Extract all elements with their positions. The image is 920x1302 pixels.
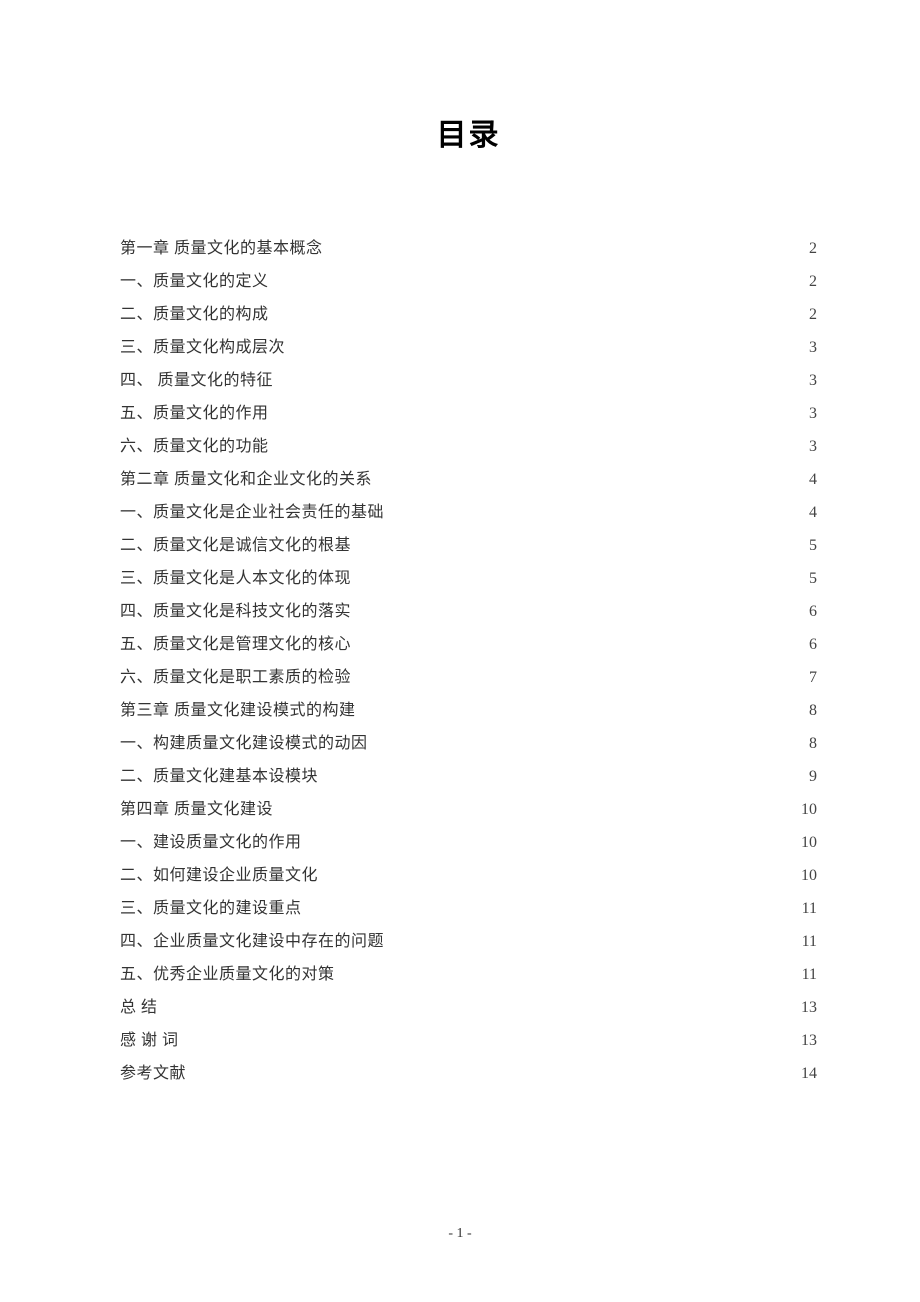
toc-entry-page: 6 (797, 595, 817, 628)
toc-entry-title: 第四章 质量文化建设 (120, 793, 273, 826)
toc-entry-title: 一、质量文化是企业社会责任的基础 (120, 496, 384, 529)
toc-entry-page: 11 (797, 892, 817, 925)
toc-entry-page: 9 (797, 760, 817, 793)
toc-entry: 参考文献 14 (120, 1057, 817, 1090)
toc-entry-page: 2 (797, 232, 817, 265)
toc-entry: 一、质量文化是企业社会责任的基础 4 (120, 496, 817, 529)
toc-entry: 二、质量文化建基本设模块 9 (120, 760, 817, 793)
toc-entry: 第四章 质量文化建设 10 (120, 793, 817, 826)
toc-entry-page: 10 (797, 793, 817, 826)
toc-entry-title: 一、建设质量文化的作用 (120, 826, 302, 859)
page-title: 目录 (120, 110, 817, 154)
toc-entry: 三、质量文化的建设重点 11 (120, 892, 817, 925)
toc-entry: 三、质量文化是人本文化的体现 5 (120, 562, 817, 595)
toc-entry: 二、质量文化是诚信文化的根基 5 (120, 529, 817, 562)
toc-entry-page: 3 (797, 397, 817, 430)
toc-entry-page: 2 (797, 298, 817, 331)
toc-entry-title: 第一章 质量文化的基本概念 (120, 232, 323, 265)
toc-entry-page: 7 (797, 661, 817, 694)
toc-entry-title: 三、质量文化的建设重点 (120, 892, 302, 925)
toc-entry-title: 一、质量文化的定义 (120, 265, 269, 298)
toc-entry-title: 参考文献 (120, 1057, 186, 1090)
toc-entry: 四、企业质量文化建设中存在的问题 11 (120, 925, 817, 958)
toc-entry-title: 一、构建质量文化建设模式的动因 (120, 727, 368, 760)
toc-entry-title: 五、质量文化的作用 (120, 397, 269, 430)
toc-entry: 总 结 13 (120, 991, 817, 1024)
toc-entry-page: 13 (797, 1024, 817, 1057)
toc-entry: 一、质量文化的定义 2 (120, 265, 817, 298)
toc-entry-page: 3 (797, 430, 817, 463)
toc-entry-title: 第三章 质量文化建设模式的构建 (120, 694, 356, 727)
toc-entry: 六、质量文化是职工素质的检验 7 (120, 661, 817, 694)
toc-entry: 二、质量文化的构成 2 (120, 298, 817, 331)
table-of-contents: 第一章 质量文化的基本概念 2 一、质量文化的定义 2 二、质量文化的构成 2 … (120, 232, 817, 1090)
toc-entry-title: 四、企业质量文化建设中存在的问题 (120, 925, 384, 958)
toc-entry-page: 11 (797, 958, 817, 991)
toc-entry: 第二章 质量文化和企业文化的关系 4 (120, 463, 817, 496)
toc-entry-page: 11 (797, 925, 817, 958)
toc-entry-title: 二、质量文化建基本设模块 (120, 760, 318, 793)
toc-entry-page: 3 (797, 331, 817, 364)
toc-entry-page: 4 (797, 463, 817, 496)
toc-entry-title: 六、质量文化的功能 (120, 430, 269, 463)
toc-entry-page: 10 (797, 826, 817, 859)
toc-entry-title: 总 结 (120, 991, 158, 1024)
toc-entry-page: 3 (797, 364, 817, 397)
toc-entry: 第一章 质量文化的基本概念 2 (120, 232, 817, 265)
page-number: - 1 - (0, 1226, 920, 1242)
toc-entry: 二、如何建设企业质量文化 10 (120, 859, 817, 892)
toc-entry-page: 13 (797, 991, 817, 1024)
toc-entry-page: 5 (797, 529, 817, 562)
toc-entry-title: 二、质量文化的构成 (120, 298, 269, 331)
toc-entry-title: 四、 质量文化的特征 (120, 364, 273, 397)
toc-entry: 五、质量文化的作用 3 (120, 397, 817, 430)
toc-entry-title: 二、质量文化是诚信文化的根基 (120, 529, 351, 562)
toc-entry: 五、质量文化是管理文化的核心 6 (120, 628, 817, 661)
toc-entry-page: 4 (797, 496, 817, 529)
toc-entry-title: 四、质量文化是科技文化的落实 (120, 595, 351, 628)
toc-entry-page: 2 (797, 265, 817, 298)
toc-entry-page: 14 (797, 1057, 817, 1090)
toc-entry-title: 六、质量文化是职工素质的检验 (120, 661, 351, 694)
toc-entry: 一、建设质量文化的作用 10 (120, 826, 817, 859)
document-page: 目录 第一章 质量文化的基本概念 2 一、质量文化的定义 2 二、质量文化的构成… (0, 0, 920, 1090)
toc-entry-title: 二、如何建设企业质量文化 (120, 859, 318, 892)
toc-entry: 五、优秀企业质量文化的对策 11 (120, 958, 817, 991)
toc-entry-title: 感 谢 词 (120, 1024, 179, 1057)
toc-entry-title: 三、质量文化构成层次 (120, 331, 285, 364)
toc-entry-title: 三、质量文化是人本文化的体现 (120, 562, 351, 595)
toc-entry: 三、质量文化构成层次 3 (120, 331, 817, 364)
toc-entry: 四、 质量文化的特征 3 (120, 364, 817, 397)
toc-entry-title: 第二章 质量文化和企业文化的关系 (120, 463, 372, 496)
toc-entry-title: 五、优秀企业质量文化的对策 (120, 958, 335, 991)
toc-entry: 六、质量文化的功能 3 (120, 430, 817, 463)
toc-entry: 一、构建质量文化建设模式的动因 8 (120, 727, 817, 760)
toc-entry-page: 5 (797, 562, 817, 595)
toc-entry: 四、质量文化是科技文化的落实 6 (120, 595, 817, 628)
toc-entry-page: 8 (797, 694, 817, 727)
toc-entry-page: 6 (797, 628, 817, 661)
toc-entry-page: 8 (797, 727, 817, 760)
toc-entry-title: 五、质量文化是管理文化的核心 (120, 628, 351, 661)
toc-entry: 感 谢 词 13 (120, 1024, 817, 1057)
toc-entry-page: 10 (797, 859, 817, 892)
toc-entry: 第三章 质量文化建设模式的构建 8 (120, 694, 817, 727)
